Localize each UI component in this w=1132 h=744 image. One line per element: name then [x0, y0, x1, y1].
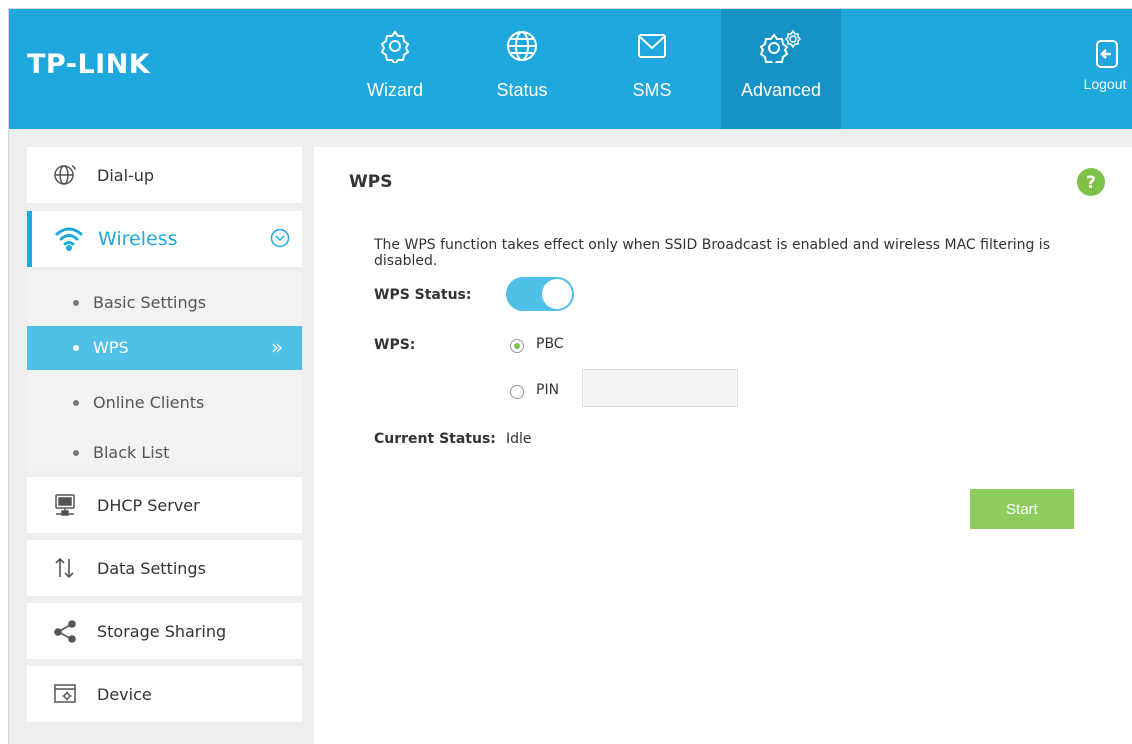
wifi-icon — [54, 225, 84, 255]
wps-status-toggle[interactable] — [506, 277, 574, 311]
sidebar-item-label: Device — [97, 684, 152, 704]
wps-mode-label: WPS: — [374, 337, 416, 353]
nav-sms[interactable]: SMS — [592, 9, 712, 129]
submenu-black-list[interactable]: Black List — [27, 431, 302, 475]
pin-label: PIN — [536, 382, 560, 398]
submenu-wps[interactable]: WPS » — [27, 326, 302, 370]
share-icon — [53, 619, 77, 643]
double-gear-icon — [721, 29, 841, 63]
pbc-radio[interactable] — [510, 339, 524, 353]
help-icon[interactable]: ? — [1076, 167, 1106, 201]
toggle-knob — [542, 279, 572, 309]
nav-label-wizard: Wizard — [366, 80, 423, 100]
sidebar-item-label: Data Settings — [97, 558, 206, 578]
sidebar-item-label: Storage Sharing — [97, 621, 227, 641]
wireless-submenu: Basic Settings WPS » Online Clients Blac… — [27, 271, 302, 471]
nav-advanced[interactable]: Advanced — [721, 9, 841, 129]
envelope-icon — [592, 29, 712, 63]
bullet-icon — [73, 300, 79, 306]
nav-status[interactable]: Status — [462, 9, 582, 129]
nav-label-advanced: Advanced — [740, 80, 822, 100]
submenu-label: WPS — [93, 338, 129, 357]
submenu-online-clients[interactable]: Online Clients — [27, 381, 302, 425]
top-header: TP-LINK Wizard Status SMS Advanced Logou… — [9, 9, 1132, 129]
nav-label-sms: SMS — [632, 80, 672, 100]
pbc-label: PBC — [536, 336, 564, 352]
sidebar-item-label: Wireless — [98, 228, 178, 250]
start-button[interactable]: Start — [970, 489, 1074, 529]
sidebar-item-dial-up[interactable]: Dial-up — [27, 147, 302, 203]
tp-link-logo: TP-LINK — [27, 49, 151, 80]
logout-label: Logout — [1083, 76, 1127, 92]
logout-icon — [1095, 39, 1119, 73]
wps-panel: WPS ? The WPS function takes effect only… — [314, 147, 1132, 744]
up-down-arrows-icon — [53, 556, 77, 580]
double-chevron-right-icon: » — [271, 335, 284, 359]
sidebar-item-label: Dial-up — [97, 165, 155, 185]
sidebar-item-data-settings[interactable]: Data Settings — [27, 540, 302, 596]
globe-icon — [53, 163, 77, 187]
submenu-label: Online Clients — [93, 393, 205, 412]
svg-text:?: ? — [1086, 173, 1096, 193]
app-frame: TP-LINK Wizard Status SMS Advanced Logou… — [8, 8, 1132, 744]
bullet-icon — [73, 450, 79, 456]
sidebar-item-wireless[interactable]: Wireless — [27, 211, 302, 267]
bullet-icon — [73, 400, 79, 406]
nav-label-status: Status — [496, 80, 548, 100]
logout-button[interactable]: Logout — [1077, 37, 1132, 97]
server-icon — [53, 493, 77, 517]
bullet-icon — [73, 345, 79, 351]
nav-wizard[interactable]: Wizard — [335, 9, 455, 129]
wps-status-label: WPS Status: — [374, 287, 472, 303]
device-settings-icon — [53, 682, 77, 706]
wps-description: The WPS function takes effect only when … — [374, 237, 1050, 269]
pin-input[interactable] — [582, 369, 738, 407]
chevron-down-icon[interactable] — [270, 228, 290, 252]
pin-radio[interactable] — [510, 385, 524, 399]
sidebar-item-label: DHCP Server — [97, 495, 200, 515]
current-status-label: Current Status: — [374, 431, 496, 447]
globe-icon — [462, 29, 582, 63]
submenu-label: Black List — [93, 443, 170, 462]
page-title: WPS — [349, 172, 393, 192]
gear-icon — [335, 29, 455, 63]
sidebar-item-storage-sharing[interactable]: Storage Sharing — [27, 603, 302, 659]
submenu-basic-settings[interactable]: Basic Settings — [27, 281, 302, 325]
sidebar-item-device[interactable]: Device — [27, 666, 302, 722]
submenu-label: Basic Settings — [93, 293, 207, 312]
current-status-value: Idle — [506, 431, 532, 447]
sidebar-item-dhcp-server[interactable]: DHCP Server — [27, 477, 302, 533]
